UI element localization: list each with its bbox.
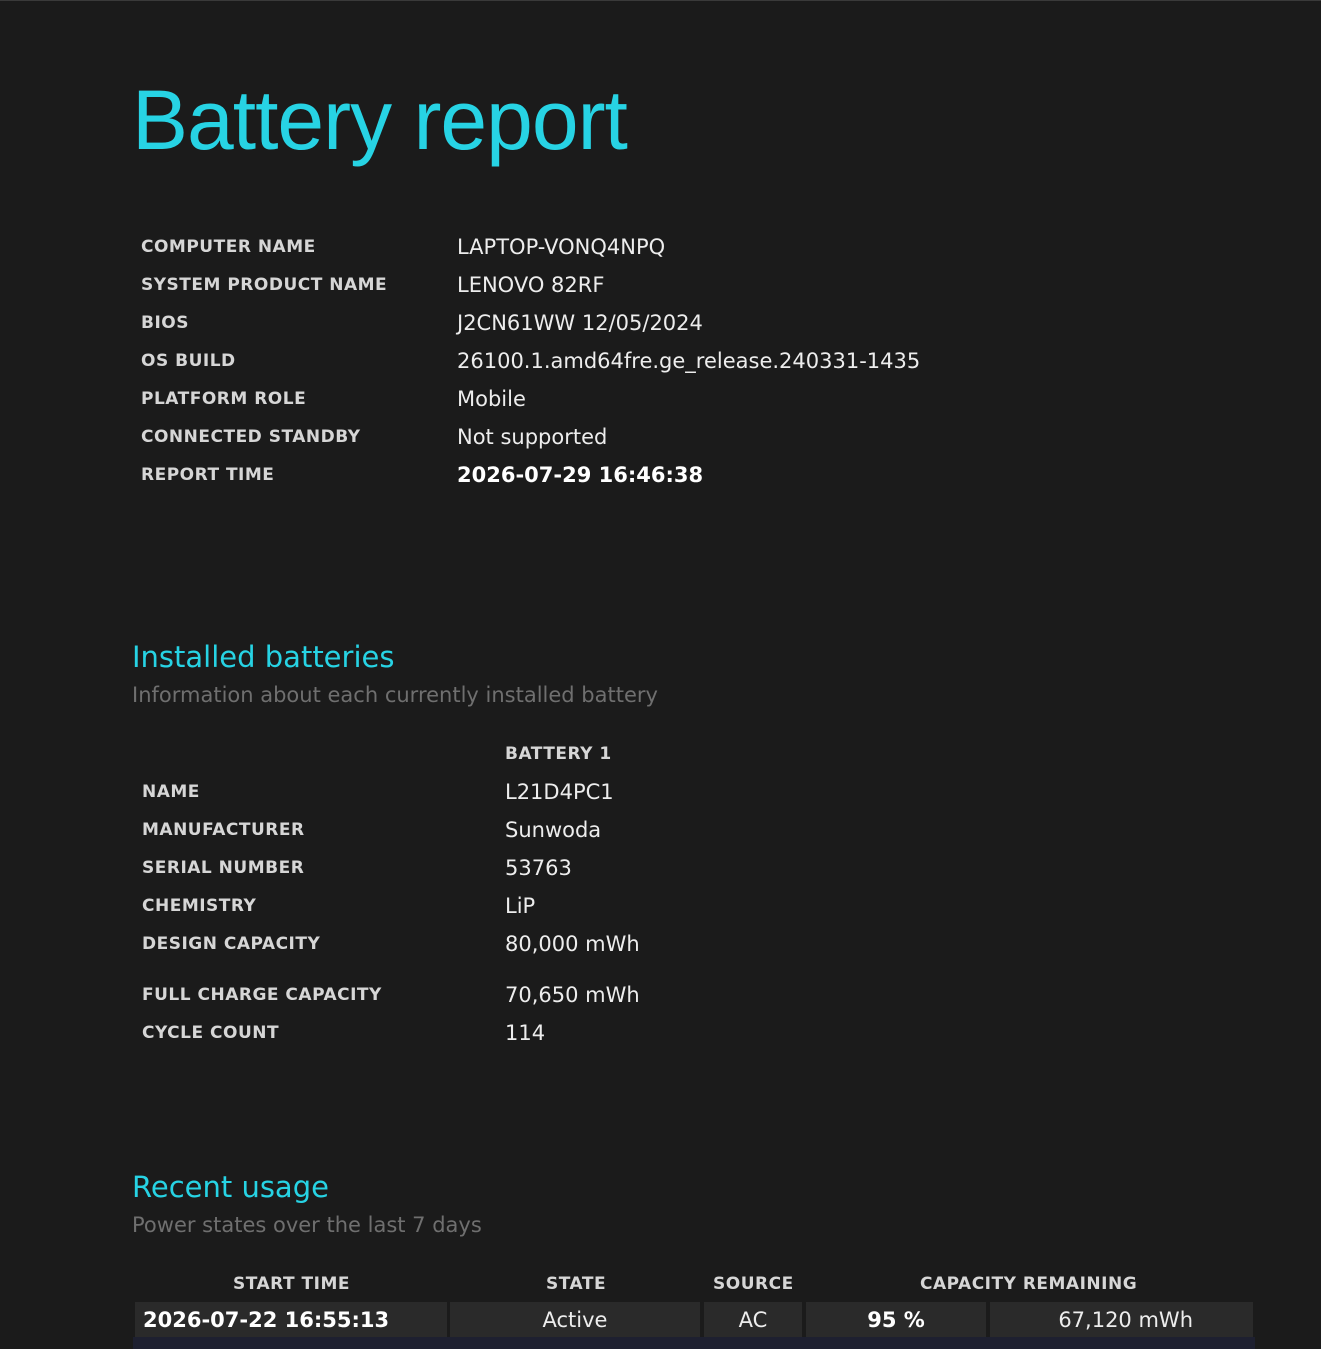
usage-capacity-percent: 95 % xyxy=(806,1302,986,1337)
battery-header-row: BATTERY 1 xyxy=(142,735,640,773)
row-spacer xyxy=(142,963,640,976)
battery-row-chemistry: CHEMISTRY LiP xyxy=(142,887,640,925)
header-state: STATE xyxy=(546,1274,607,1294)
info-row-platform-role: PLATFORM ROLE Mobile xyxy=(141,380,920,418)
battery-info-table: BATTERY 1 NAME L21D4PC1 MANUFACTURER Sun… xyxy=(142,735,640,1052)
battery-value: 53763 xyxy=(505,856,572,880)
battery-value: L21D4PC1 xyxy=(505,780,614,804)
battery-value: 80,000 mWh xyxy=(505,932,640,956)
info-row-system-product-name: SYSTEM PRODUCT NAME LENOVO 82RF xyxy=(141,266,920,304)
battery-value: Sunwoda xyxy=(505,818,602,842)
info-key: SYSTEM PRODUCT NAME xyxy=(141,275,388,295)
battery-key: FULL CHARGE CAPACITY xyxy=(142,985,382,1005)
table-row: 2026-07-22 16:55:13 Active AC 95 % 67,12… xyxy=(133,1302,1255,1349)
info-value: Not supported xyxy=(457,425,608,449)
battery-key: SERIAL NUMBER xyxy=(142,858,305,878)
system-info-table: COMPUTER NAME LAPTOP-VONQ4NPQ SYSTEM PRO… xyxy=(141,228,920,494)
recent-usage-heading: Recent usage xyxy=(132,1170,329,1204)
recent-usage-table: START TIME STATE SOURCE CAPACITY REMAINI… xyxy=(133,1266,1255,1349)
battery-row-serial-number: SERIAL NUMBER 53763 xyxy=(142,849,640,887)
battery-column-header: BATTERY 1 xyxy=(505,744,612,764)
next-row-edge xyxy=(133,1337,1255,1349)
info-value: LENOVO 82RF xyxy=(457,273,605,297)
battery-row-manufacturer: MANUFACTURER Sunwoda xyxy=(142,811,640,849)
battery-key: MANUFACTURER xyxy=(142,820,305,840)
info-key: PLATFORM ROLE xyxy=(141,389,307,409)
battery-key: CHEMISTRY xyxy=(142,896,257,916)
battery-row-name: NAME L21D4PC1 xyxy=(142,773,640,811)
installed-batteries-heading: Installed batteries xyxy=(132,640,395,674)
usage-source: AC xyxy=(704,1302,802,1337)
battery-value: LiP xyxy=(505,894,536,918)
usage-state: Active xyxy=(450,1302,700,1337)
info-key: OS BUILD xyxy=(141,351,236,371)
battery-row-design-capacity: DESIGN CAPACITY 80,000 mWh xyxy=(142,925,640,963)
battery-key: CYCLE COUNT xyxy=(142,1023,280,1043)
info-row-report-time: REPORT TIME 2026-07-29 16:46:38 xyxy=(141,456,920,494)
info-row-computer-name: COMPUTER NAME LAPTOP-VONQ4NPQ xyxy=(141,228,920,266)
recent-usage-subtitle: Power states over the last 7 days xyxy=(132,1213,482,1237)
header-start-time: START TIME xyxy=(233,1274,350,1294)
header-capacity-remaining: CAPACITY REMAINING xyxy=(920,1274,1138,1294)
info-row-bios: BIOS J2CN61WW 12/05/2024 xyxy=(141,304,920,342)
usage-start-time: 2026-07-22 16:55:13 xyxy=(135,1302,447,1337)
info-value: Mobile xyxy=(457,387,526,411)
info-key: BIOS xyxy=(141,313,189,333)
battery-key: DESIGN CAPACITY xyxy=(142,934,321,954)
info-value: 2026-07-29 16:46:38 xyxy=(457,463,704,487)
battery-value: 114 xyxy=(505,1021,546,1045)
info-value: 26100.1.amd64fre.ge_release.240331-1435 xyxy=(457,349,921,373)
battery-key: NAME xyxy=(142,782,200,802)
info-value: J2CN61WW 12/05/2024 xyxy=(457,311,703,335)
usage-header-row: START TIME STATE SOURCE CAPACITY REMAINI… xyxy=(133,1266,1255,1302)
battery-row-cycle-count: CYCLE COUNT 114 xyxy=(142,1014,640,1052)
info-key: REPORT TIME xyxy=(141,465,275,485)
header-source: SOURCE xyxy=(713,1274,794,1294)
info-key: CONNECTED STANDBY xyxy=(141,427,361,447)
info-row-os-build: OS BUILD 26100.1.amd64fre.ge_release.240… xyxy=(141,342,920,380)
page-title: Battery report xyxy=(132,73,628,167)
info-value: LAPTOP-VONQ4NPQ xyxy=(457,235,666,259)
installed-batteries-subtitle: Information about each currently install… xyxy=(132,683,658,707)
battery-row-full-charge-capacity: FULL CHARGE CAPACITY 70,650 mWh xyxy=(142,976,640,1014)
usage-capacity-mwh: 67,120 mWh xyxy=(990,1302,1253,1337)
window-top-edge xyxy=(0,0,1321,1)
battery-value: 70,650 mWh xyxy=(505,983,640,1007)
info-row-connected-standby: CONNECTED STANDBY Not supported xyxy=(141,418,920,456)
info-key: COMPUTER NAME xyxy=(141,237,316,257)
